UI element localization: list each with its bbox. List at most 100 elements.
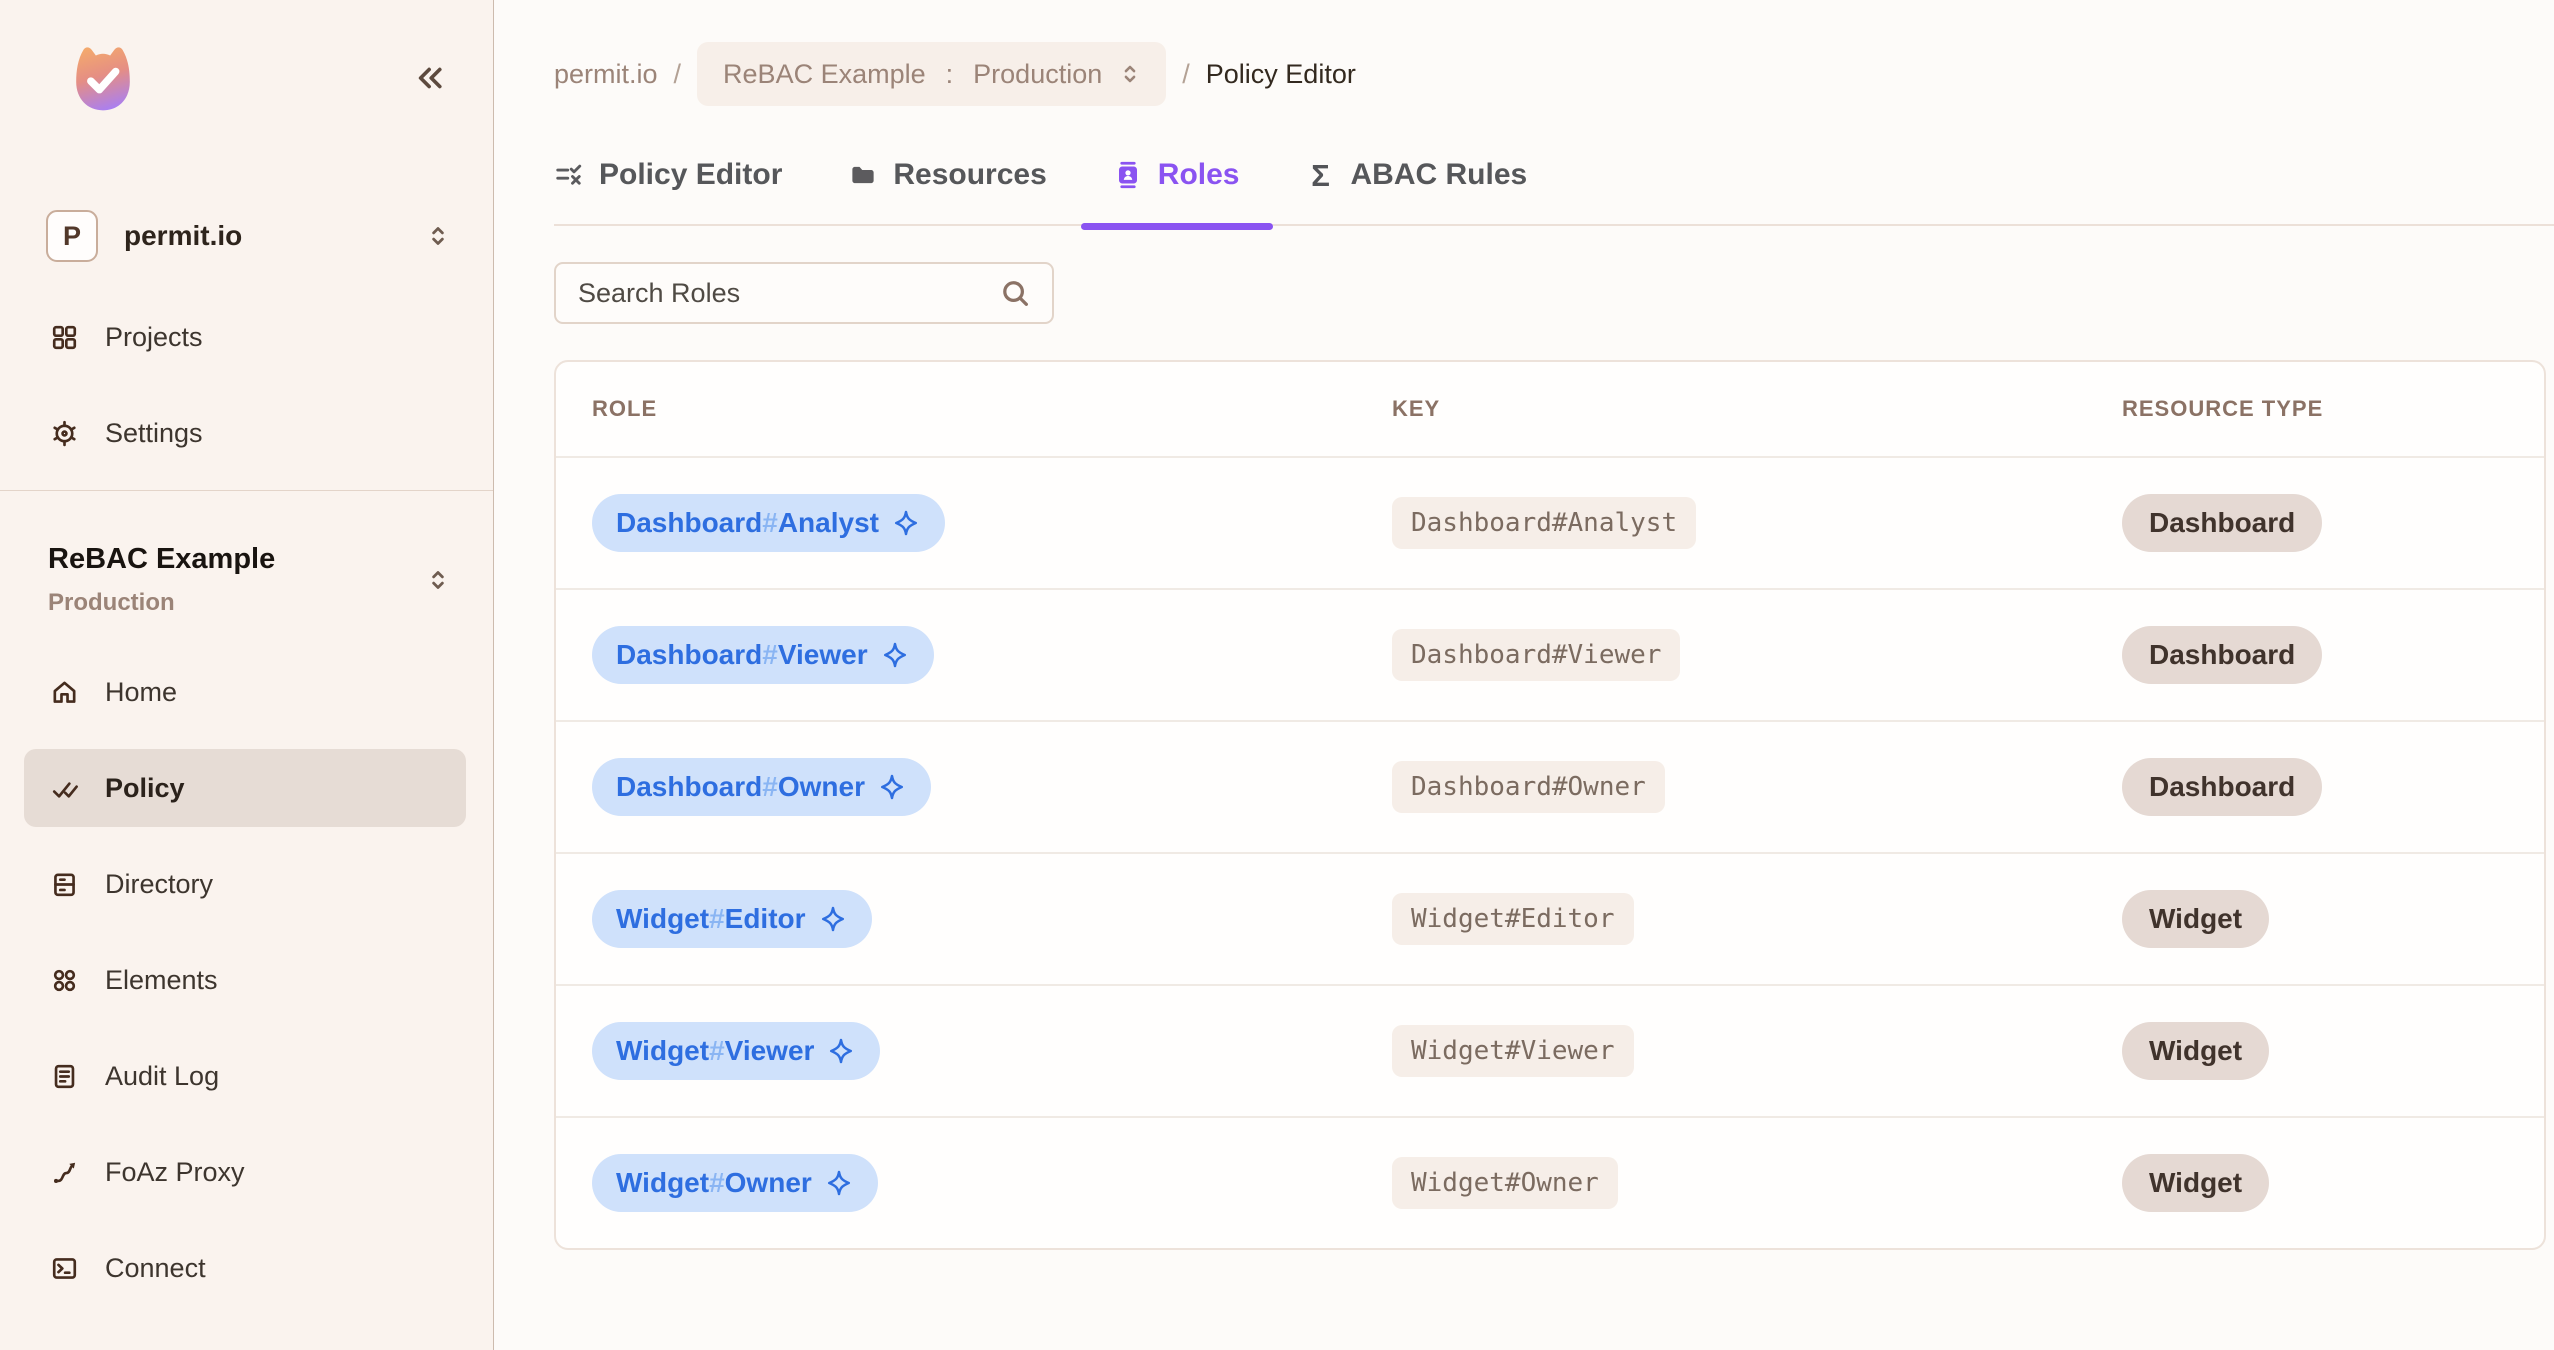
role-key: Widget#Viewer	[1392, 1025, 1634, 1077]
tab-resources[interactable]: Resources	[848, 158, 1047, 192]
sidebar-item-label: Home	[105, 676, 178, 707]
role-label: Widget#Viewer	[616, 1035, 815, 1066]
role-key: Dashboard#Analyst	[1392, 497, 1697, 549]
sidebar-item-projects[interactable]: Projects	[24, 298, 466, 376]
search-roles-input[interactable]	[556, 277, 998, 309]
table-row[interactable]: Widget#Viewer Widget#Viewer Widget	[556, 984, 2544, 1116]
cabinet-icon	[50, 870, 79, 899]
permit-logo-icon	[64, 38, 142, 116]
sparkle-icon	[821, 906, 844, 932]
sidebar: P permit.io Projects Settings ReBAC Exam…	[0, 0, 494, 1350]
sidebar-item-settings[interactable]: Settings	[24, 394, 466, 472]
unfold-icon	[432, 571, 444, 589]
table-row[interactable]: Dashboard#Analyst Dashboard#Analyst Dash…	[556, 456, 2544, 588]
column-header-resource-type: RESOURCE TYPE	[2122, 396, 2324, 421]
tab-policy-editor[interactable]: Policy Editor	[554, 158, 782, 192]
breadcrumb-page: Policy Editor	[1205, 58, 1356, 89]
tab-roles[interactable]: Roles	[1080, 158, 1273, 230]
role-key: Widget#Editor	[1392, 893, 1634, 945]
table-row[interactable]: Dashboard#Owner Dashboard#Owner Dashboar…	[556, 720, 2544, 852]
role-label: Dashboard#Analyst	[616, 507, 879, 538]
sparkle-icon	[894, 510, 917, 536]
breadcrumb-project-selector[interactable]: ReBAC Example : Production	[697, 42, 1167, 106]
sidebar-item-label: FoAz Proxy	[105, 1156, 245, 1187]
sigma-icon: Σ	[1311, 157, 1330, 193]
org-name: permit.io	[124, 220, 243, 251]
sidebar-item-label: Policy	[105, 772, 185, 803]
double-check-icon	[50, 774, 79, 803]
role-pill[interactable]: Widget#Editor	[592, 890, 872, 948]
sidebar-item-policy[interactable]: Policy	[24, 749, 466, 827]
table-body: Dashboard#Analyst Dashboard#Analyst Dash…	[556, 456, 2544, 1248]
sparkle-icon	[830, 1038, 853, 1064]
chevrons-left-icon	[418, 67, 442, 89]
tab-abac-rules[interactable]: Σ ABAC Rules	[1306, 157, 1528, 193]
breadcrumb: permit.io / ReBAC Example : Production /…	[554, 42, 2554, 106]
breadcrumb-environment: Production	[973, 58, 1103, 89]
breadcrumb-project: ReBAC Example	[723, 58, 926, 89]
terminal-icon	[50, 1254, 79, 1283]
sparkle-icon	[880, 774, 903, 800]
roles-table: ROLE KEY RESOURCE TYPE Dashboard#Analyst…	[554, 360, 2546, 1250]
resource-type-tag: Widget	[2122, 1154, 2270, 1212]
unfold-icon	[1124, 65, 1136, 83]
sidebar-item-elements[interactable]: Elements	[24, 941, 466, 1019]
column-header-role: ROLE	[592, 396, 658, 421]
role-pill[interactable]: Widget#Viewer	[592, 1022, 881, 1080]
role-label: Widget#Owner	[616, 1167, 812, 1198]
role-pill[interactable]: Widget#Owner	[592, 1154, 878, 1212]
role-label: Widget#Editor	[616, 903, 806, 934]
table-header-row: ROLE KEY RESOURCE TYPE	[556, 362, 2544, 456]
sparkle-icon	[827, 1170, 850, 1196]
grid-icon	[50, 323, 79, 352]
sparkle-icon	[883, 642, 906, 668]
resource-type-tag: Widget	[2122, 890, 2270, 948]
tab-label: Policy Editor	[599, 158, 783, 191]
table-row[interactable]: Widget#Editor Widget#Editor Widget	[556, 852, 2544, 984]
sidebar-item-label: Connect	[105, 1252, 206, 1283]
sidebar-item-label: Directory	[105, 868, 214, 899]
role-pill[interactable]: Dashboard#Owner	[592, 758, 931, 816]
resource-type-tag: Dashboard	[2122, 494, 2323, 552]
org-switcher[interactable]: P permit.io	[0, 210, 493, 262]
role-pill[interactable]: Dashboard#Viewer	[592, 626, 934, 684]
gear-icon	[50, 419, 79, 448]
environment-name: Production	[48, 589, 175, 616]
resource-type-tag: Widget	[2122, 1022, 2270, 1080]
rules-list-icon	[554, 160, 584, 190]
collapse-sidebar-button[interactable]	[407, 58, 447, 98]
sidebar-item-label: Projects	[105, 321, 203, 352]
sidebar-item-label: Settings	[105, 417, 203, 448]
home-icon	[50, 678, 79, 707]
sidebar-item-label: Elements	[105, 964, 218, 995]
role-label: Dashboard#Viewer	[616, 639, 868, 670]
breadcrumb-org-link[interactable]: permit.io	[554, 59, 658, 90]
tab-label: Resources	[893, 158, 1047, 191]
tab-label: Roles	[1157, 158, 1240, 191]
document-lines-icon	[50, 1062, 79, 1091]
sidebar-item-foaz-proxy[interactable]: FoAz Proxy	[24, 1133, 466, 1211]
tab-label: ABAC Rules	[1350, 158, 1528, 191]
circles-icon	[50, 966, 79, 995]
sidebar-item-label: Audit Log	[105, 1060, 220, 1091]
sidebar-item-directory[interactable]: Directory	[24, 845, 466, 923]
badge-icon	[1113, 160, 1143, 190]
tabbar: Policy Editor Resources Roles Σ ABAC Rul…	[554, 157, 2554, 230]
route-arrow-icon	[50, 1158, 79, 1187]
table-row[interactable]: Dashboard#Viewer Dashboard#Viewer Dashbo…	[556, 588, 2544, 720]
breadcrumb-separator: /	[673, 58, 682, 89]
sidebar-item-audit-log[interactable]: Audit Log	[24, 1037, 466, 1115]
sidebar-item-home[interactable]: Home	[24, 653, 466, 731]
sidebar-item-connect[interactable]: Connect	[24, 1229, 466, 1307]
main-content: permit.io / ReBAC Example : Production /…	[494, 0, 2554, 1350]
folder-icon	[848, 160, 878, 190]
resource-type-tag: Dashboard	[2122, 758, 2323, 816]
project-switcher[interactable]: ReBAC Example Production	[0, 491, 493, 617]
org-avatar: P	[46, 210, 98, 262]
table-row[interactable]: Widget#Owner Widget#Owner Widget	[556, 1116, 2544, 1248]
role-key: Widget#Owner	[1392, 1157, 1618, 1209]
role-key: Dashboard#Owner	[1392, 761, 1665, 813]
search-icon[interactable]	[998, 276, 1032, 310]
project-name: ReBAC Example	[48, 543, 276, 575]
role-pill[interactable]: Dashboard#Analyst	[592, 494, 945, 552]
